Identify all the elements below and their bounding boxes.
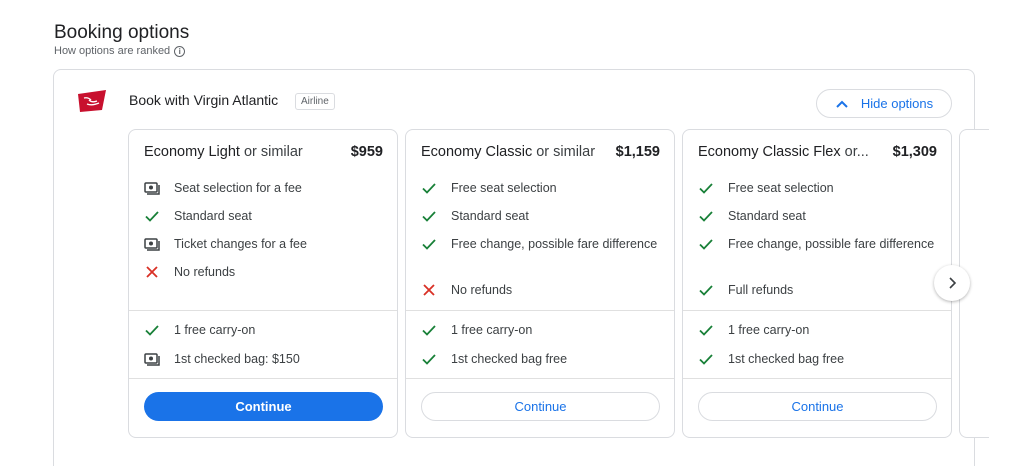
continue-button[interactable]: Continue	[421, 392, 660, 421]
fare-feature-text: No refunds	[451, 283, 513, 297]
check-icon	[421, 350, 451, 368]
divider	[683, 310, 951, 311]
fare-feature-text: Free seat selection	[728, 181, 834, 195]
divider	[406, 378, 674, 379]
baggage-item: 1st checked bag free	[698, 350, 941, 368]
fare-feature: Free change, possible fare difference	[421, 235, 664, 253]
baggage-text: 1st checked bag: $150	[174, 352, 300, 366]
booking-options-page: Booking options How options are ranked i…	[0, 0, 1026, 466]
fare-card-header: Economy Classic or similar $1,159	[421, 144, 660, 160]
check-icon	[144, 321, 174, 339]
fare-feature: Seat selection for a fee	[144, 179, 387, 197]
check-icon	[421, 321, 451, 339]
fare-card: Economy Classic Flex or... $1,309 Free sea…	[682, 129, 952, 438]
continue-button[interactable]: Continue	[698, 392, 937, 421]
chevron-up-icon	[836, 100, 848, 108]
provider-name: Book with Virgin Atlantic	[129, 92, 279, 108]
check-icon	[698, 281, 728, 299]
fare-card-header: Economy Light or similar $959	[144, 144, 383, 160]
check-icon	[421, 207, 451, 225]
fare-name: Economy Light	[144, 144, 240, 160]
fee-icon	[144, 179, 174, 197]
baggage-text: 1 free carry-on	[174, 323, 256, 337]
fee-icon	[144, 350, 174, 368]
baggage-item: 1 free carry-on	[144, 321, 387, 339]
cross-icon	[144, 263, 174, 281]
fare-name: Economy Classic	[421, 144, 533, 160]
fare-feature-text: Seat selection for a fee	[174, 181, 302, 195]
fare-feature-text: No refunds	[174, 265, 236, 279]
fare-feature: Standard seat	[144, 207, 387, 225]
fare-title: Economy Classic or similar	[421, 144, 595, 160]
check-icon	[421, 235, 451, 253]
fare-feature: Free seat selection	[421, 179, 664, 197]
baggage-item: 1st checked bag free	[421, 350, 664, 368]
fare-card: Economy Classic or similar $1,159 Free sea…	[405, 129, 675, 438]
fare-title: Economy Classic Flex or...	[698, 144, 869, 160]
fare-feature-text: Ticket changes for a fee	[174, 237, 307, 251]
fare-feature: Standard seat	[421, 207, 664, 225]
fare-feature-text: Standard seat	[451, 209, 529, 223]
check-icon	[421, 179, 451, 197]
fare-feature-text: Free change, possible fare difference	[728, 237, 935, 251]
divider	[129, 378, 397, 379]
fare-feature-text: Free change, possible fare difference	[451, 237, 658, 251]
fare-feature: Ticket changes for a fee	[144, 235, 387, 253]
baggage-item: 1st checked bag: $150	[144, 350, 387, 368]
fare-feature: Standard seat	[698, 207, 941, 225]
check-icon	[698, 207, 728, 225]
fare-price: $959	[350, 144, 383, 160]
virgin-atlantic-logo	[76, 88, 108, 114]
hide-options-label: Hide options	[860, 96, 934, 111]
baggage-text: 1st checked bag free	[728, 352, 845, 366]
check-icon	[144, 207, 174, 225]
divider	[129, 310, 397, 311]
fee-icon	[144, 235, 174, 253]
fare-name-suffix: or similar	[239, 144, 303, 160]
continue-button[interactable]: Continue	[144, 392, 383, 421]
check-icon	[698, 321, 728, 339]
check-icon	[698, 235, 728, 253]
fare-feature: Free change, possible fare difference	[698, 235, 941, 253]
info-icon[interactable]: i	[174, 45, 186, 57]
baggage-item: 1 free carry-on	[421, 321, 664, 339]
fare-name-suffix: or similar	[532, 144, 596, 160]
ranking-info-label: How options are ranked	[54, 45, 171, 57]
fare-card-header: Economy Classic Flex or... $1,309	[698, 144, 937, 160]
fare-feature-text: Free seat selection	[451, 181, 557, 195]
page-title: Booking options	[54, 22, 190, 43]
check-icon	[698, 179, 728, 197]
airline-badge: Airline	[295, 93, 335, 110]
fare-name: Economy Classic Flex	[698, 144, 841, 160]
cross-icon	[421, 281, 451, 299]
fare-feature: No refunds	[421, 281, 664, 299]
divider	[683, 378, 951, 379]
fare-feature: Full refunds	[698, 281, 941, 299]
ranking-info-link[interactable]: How options are ranked i	[54, 45, 186, 57]
baggage-text: 1st checked bag free	[451, 352, 568, 366]
fare-card: Economy Light or similar $959 Seat selecti…	[128, 129, 398, 438]
hide-options-button[interactable]: Hide options	[816, 89, 952, 118]
fare-feature: No refunds	[144, 263, 387, 281]
fare-price: $1,309	[892, 144, 937, 160]
fare-price: $1,159	[615, 144, 660, 160]
fare-feature-text: Full refunds	[728, 283, 794, 297]
fare-feature-text: Standard seat	[728, 209, 806, 223]
baggage-text: 1 free carry-on	[451, 323, 533, 337]
baggage-item: 1 free carry-on	[698, 321, 941, 339]
fare-feature-text: Standard seat	[174, 209, 252, 223]
check-icon	[698, 350, 728, 368]
chevron-right-icon	[949, 277, 957, 289]
fare-name-suffix: or...	[840, 144, 869, 160]
fare-feature: Free seat selection	[698, 179, 941, 197]
divider	[406, 310, 674, 311]
baggage-text: 1 free carry-on	[728, 323, 810, 337]
next-button[interactable]	[934, 265, 970, 301]
fare-title: Economy Light or similar	[144, 144, 303, 160]
